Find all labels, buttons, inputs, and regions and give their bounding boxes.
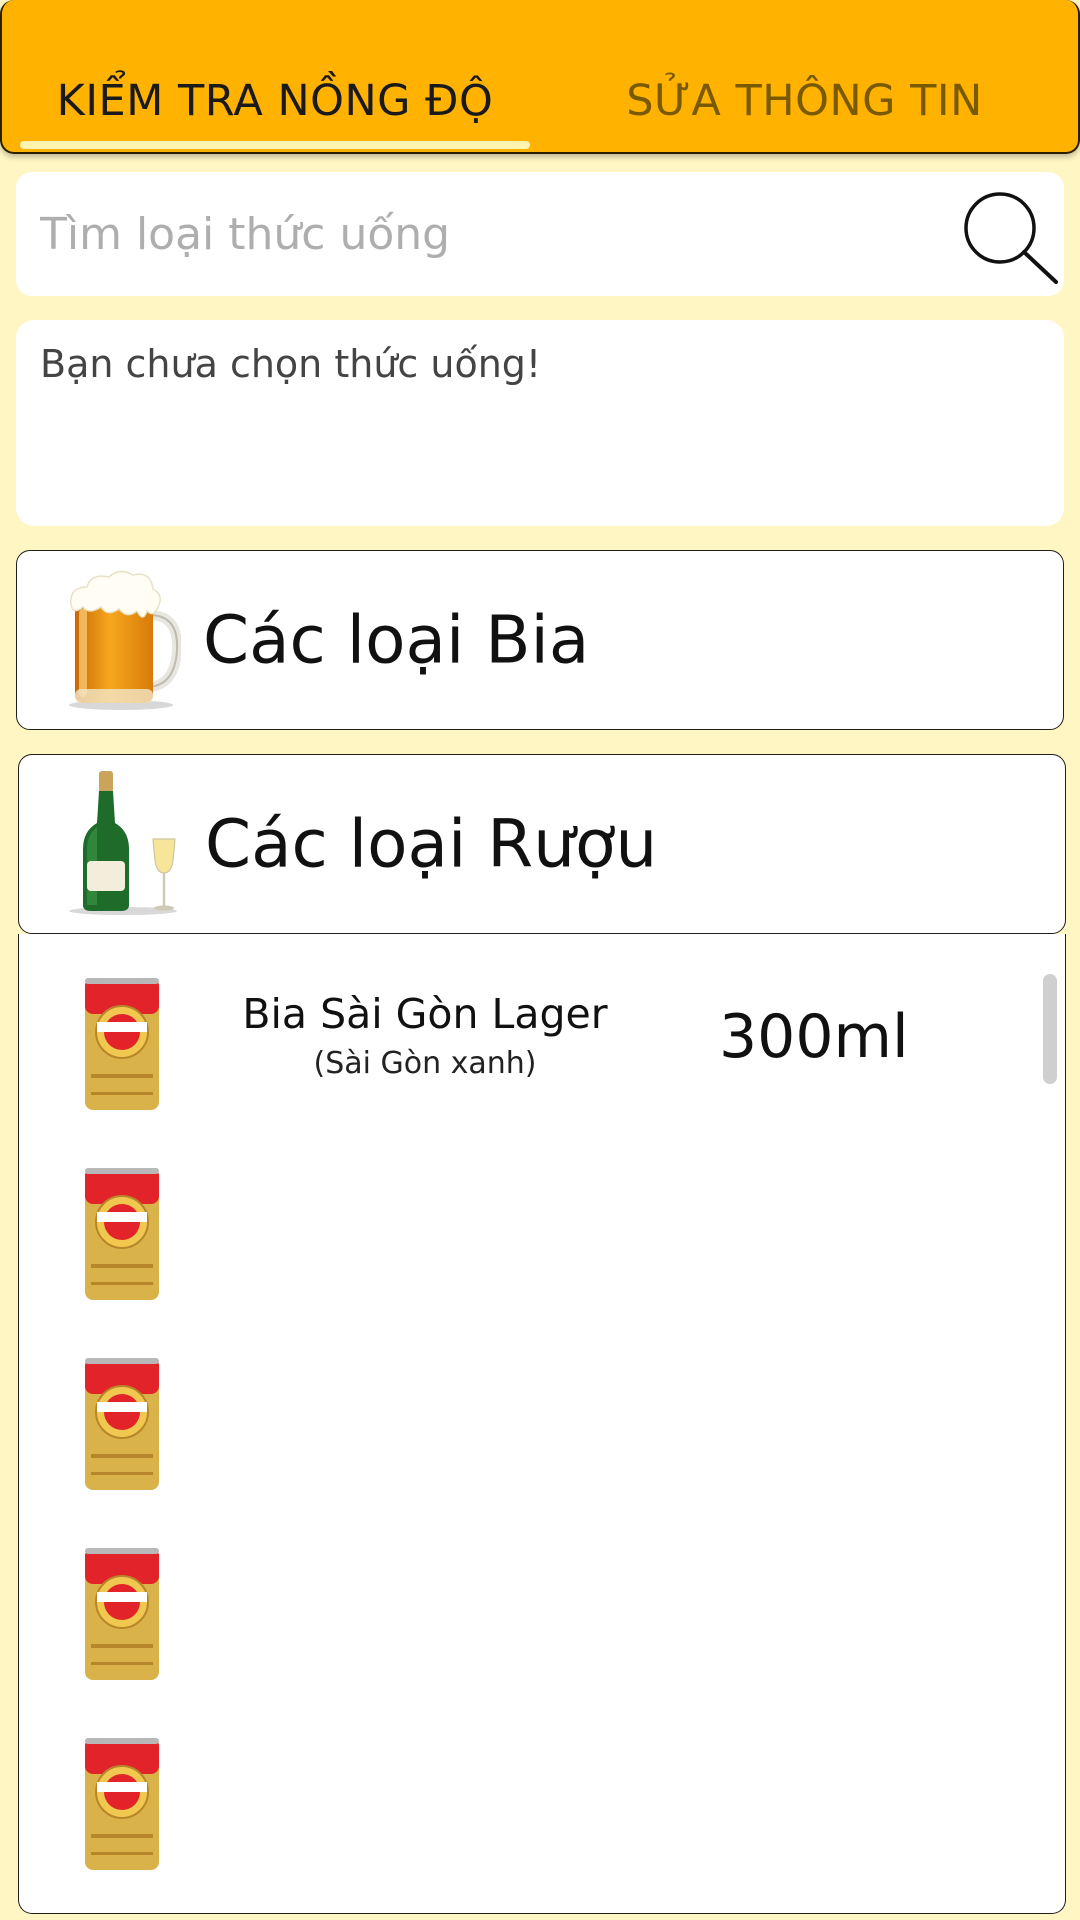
drink-subtitle: (Sài Gòn xanh)	[313, 1046, 537, 1081]
list-item[interactable]	[19, 1694, 1059, 1884]
wine-bottle-icon	[69, 771, 177, 915]
drink-volume: 300ml	[719, 1002, 909, 1072]
category-liquor-label: Các loại Rượu	[205, 805, 658, 883]
beer-mug-icon	[69, 570, 181, 710]
category-beer[interactable]: Các loại Bia	[16, 550, 1064, 730]
category-beer-label: Các loại Bia	[203, 601, 590, 679]
selection-status-text: Bạn chưa chọn thức uống!	[40, 342, 542, 386]
search-input[interactable]	[40, 190, 920, 278]
beer-can-icon	[85, 1738, 159, 1870]
beer-can-icon	[85, 978, 159, 1110]
list-scrollbar[interactable]	[1043, 974, 1057, 1084]
tab-bar: KIỂM TRA NỒNG ĐỘ SỬA THÔNG TIN	[0, 0, 1080, 154]
tab-edit-info[interactable]: SỬA THÔNG TIN	[562, 66, 1047, 136]
search-icon[interactable]	[950, 186, 1066, 286]
list-item[interactable]: Bia Sài Gòn Lager (Sài Gòn xanh) 300ml	[19, 934, 1059, 1124]
list-item[interactable]	[19, 1124, 1059, 1314]
selection-status-panel: Bạn chưa chọn thức uống!	[16, 320, 1064, 526]
list-item[interactable]	[19, 1314, 1059, 1504]
search-bar	[16, 172, 1064, 296]
list-item[interactable]	[19, 1504, 1059, 1694]
active-tab-indicator	[20, 141, 530, 149]
tab-check-concentration[interactable]: KIỂM TRA NỒNG ĐỘ	[20, 66, 530, 136]
beer-can-icon	[85, 1358, 159, 1490]
drink-list[interactable]: Bia Sài Gòn Lager (Sài Gòn xanh) 300ml	[18, 934, 1066, 1914]
category-liquor[interactable]: Các loại Rượu	[18, 754, 1066, 934]
beer-can-icon	[85, 1168, 159, 1300]
beer-can-icon	[85, 1548, 159, 1680]
drink-name: Bia Sài Gòn Lager	[242, 990, 608, 1038]
